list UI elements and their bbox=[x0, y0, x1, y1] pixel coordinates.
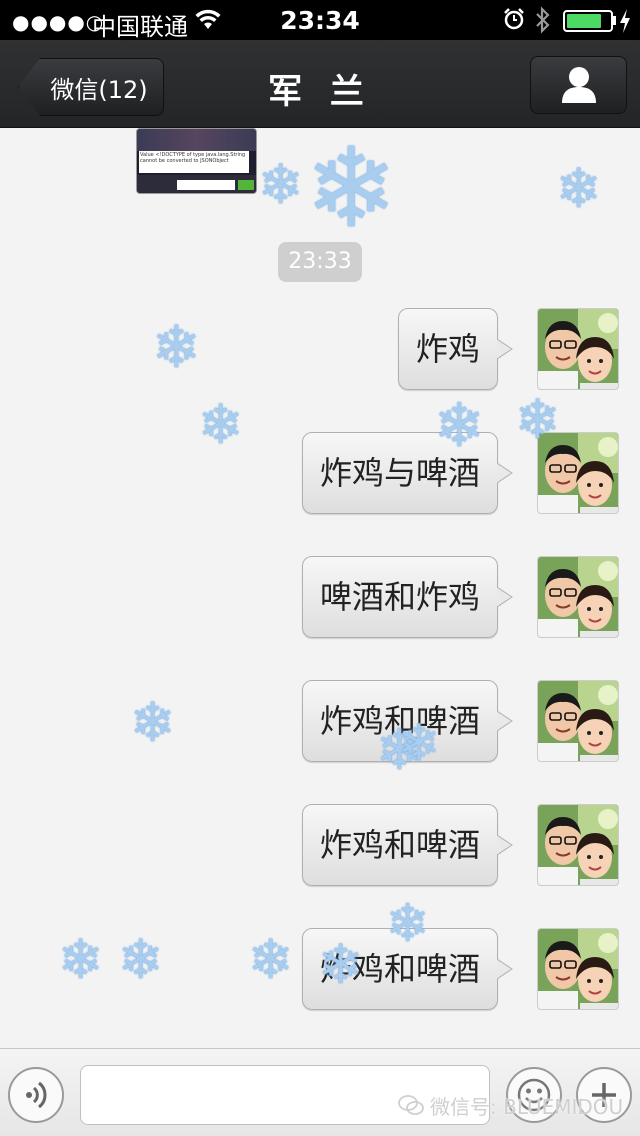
message-row: 炸鸡与啤酒 bbox=[0, 432, 640, 516]
bubble-tail bbox=[497, 462, 513, 484]
message-row: 啤酒和炸鸡 bbox=[0, 556, 640, 640]
message-bubble[interactable]: 炸鸡和啤酒 bbox=[302, 928, 498, 1010]
message-row: 炸鸡和啤酒 bbox=[0, 680, 640, 764]
watermark: 微信号: BLUEMIDOU bbox=[398, 1092, 624, 1119]
chat-area[interactable]: Value <!DOCTYPE of type java.lang.String… bbox=[0, 128, 640, 1048]
charging-icon bbox=[620, 9, 630, 33]
avatar[interactable] bbox=[537, 928, 619, 1010]
voice-icon bbox=[26, 1081, 47, 1109]
person-icon bbox=[561, 67, 596, 103]
message-timestamp: 23:33 bbox=[278, 242, 362, 282]
bubble-tail bbox=[497, 338, 513, 360]
avatar[interactable] bbox=[537, 556, 619, 638]
avatar[interactable] bbox=[537, 308, 619, 390]
watermark-text: 微信号: BLUEMIDOU bbox=[430, 1094, 624, 1119]
battery-nub bbox=[613, 16, 616, 25]
battery-fill bbox=[567, 14, 601, 28]
snowflake-icon: ❄ bbox=[556, 157, 602, 220]
voice-button[interactable] bbox=[8, 1067, 64, 1123]
profile-button[interactable] bbox=[530, 56, 627, 114]
snowflake-icon: ❄ bbox=[258, 153, 304, 216]
message-bubble[interactable]: 炸鸡与啤酒 bbox=[302, 432, 498, 514]
message-row: 炸鸡和啤酒 bbox=[0, 804, 640, 888]
bubble-tail bbox=[497, 958, 513, 980]
avatar[interactable] bbox=[537, 680, 619, 762]
message-bubble[interactable]: 炸鸡和啤酒 bbox=[302, 804, 498, 886]
nav-bar: 微信(12) 军 兰 bbox=[0, 40, 640, 128]
thumbnail-input bbox=[177, 180, 235, 190]
avatar[interactable] bbox=[537, 804, 619, 886]
thumbnail-sticker-row bbox=[137, 129, 256, 151]
bubble-tail bbox=[497, 710, 513, 732]
alarm-icon bbox=[504, 8, 524, 30]
thumbnail-error-text: Value <!DOCTYPE of type java.lang.String… bbox=[140, 152, 246, 164]
image-message-thumbnail[interactable]: Value <!DOCTYPE of type java.lang.String… bbox=[136, 128, 257, 194]
message-bubble[interactable]: 炸鸡 bbox=[398, 308, 498, 390]
battery-icon bbox=[563, 10, 613, 32]
message-row: 炸鸡 bbox=[0, 308, 640, 392]
snowflake-icon: ❄ bbox=[305, 128, 398, 252]
bubble-tail bbox=[497, 834, 513, 856]
bubble-tail bbox=[497, 586, 513, 608]
bluetooth-icon bbox=[536, 6, 550, 34]
status-bar: ●●●●○ 中国联通 23:34 bbox=[0, 0, 640, 41]
message-row: 炸鸡和啤酒 bbox=[0, 928, 640, 1012]
wechat-logo-icon bbox=[398, 1095, 424, 1115]
message-bubble[interactable]: 炸鸡和啤酒 bbox=[302, 680, 498, 762]
thumbnail-send-button bbox=[238, 180, 254, 190]
message-bubble[interactable]: 啤酒和炸鸡 bbox=[302, 556, 498, 638]
avatar[interactable] bbox=[537, 432, 619, 514]
